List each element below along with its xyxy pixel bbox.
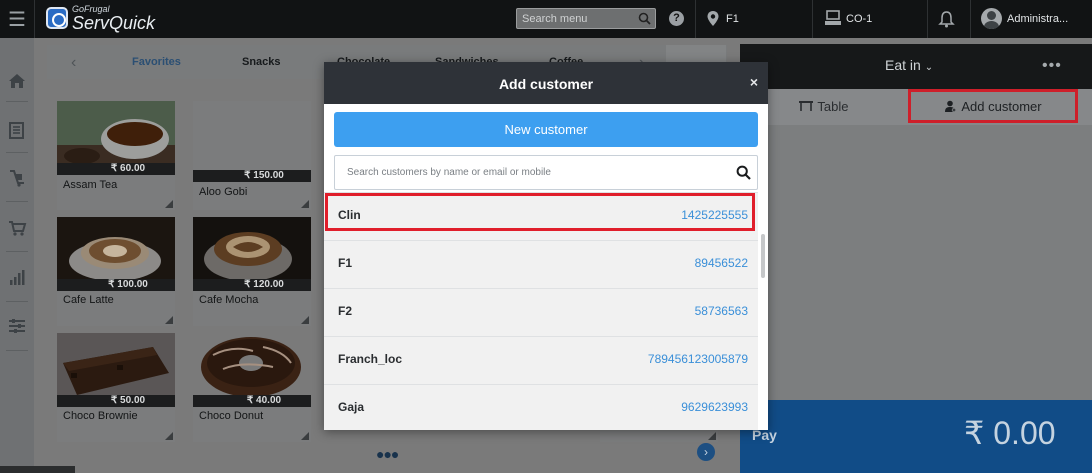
table-icon (799, 101, 813, 111)
item-tile[interactable]: ₹ 60.00 Assam Tea (57, 101, 175, 210)
help-icon[interactable]: ? (669, 11, 684, 26)
search-menu-box[interactable] (516, 8, 656, 29)
tab-table[interactable]: Table (798, 99, 848, 114)
item-name: Cafe Mocha (199, 294, 259, 306)
item-corner-icon (165, 432, 173, 440)
item-price: ₹ 40.00 (193, 395, 311, 407)
item-corner-icon (708, 432, 716, 440)
home-icon[interactable] (7, 71, 27, 91)
new-customer-button[interactable]: New customer (334, 112, 758, 147)
customer-name: Gaja (338, 400, 365, 414)
customer-phone: 789456123005879 (647, 352, 748, 366)
modal-header: Add customer × (324, 62, 768, 104)
divider (6, 350, 28, 351)
item-corner-icon (301, 432, 309, 440)
location-pin-icon[interactable] (706, 10, 720, 27)
item-name: Choco Brownie (63, 410, 138, 422)
divider (6, 201, 28, 202)
divider (970, 0, 971, 38)
aloo-gobi-image (193, 101, 311, 175)
pay-amount: ₹ 0.00 (964, 415, 1056, 451)
customer-phone: 9629623993 (681, 400, 748, 414)
divider (6, 101, 28, 102)
customer-name: F1 (338, 256, 353, 270)
counter-label[interactable]: CO-1 (846, 13, 872, 25)
divider (812, 0, 813, 38)
item-price: ₹ 150.00 (193, 170, 311, 182)
item-tile[interactable]: ₹ 100.00 Cafe Latte (57, 217, 175, 326)
customer-phone: 89456522 (694, 256, 748, 270)
item-price: ₹ 120.00 (193, 279, 311, 291)
item-price: ₹ 60.00 (57, 163, 175, 175)
more-options-icon[interactable]: ••• (1042, 57, 1062, 75)
search-menu-input[interactable] (517, 9, 635, 29)
close-icon[interactable]: × (750, 74, 758, 90)
item-corner-icon (165, 316, 173, 324)
customer-name: Franch_loc (338, 352, 403, 366)
bottom-strip (0, 466, 75, 473)
left-sidebar (0, 38, 34, 473)
category-snacks[interactable]: Snacks (242, 56, 281, 68)
next-page-icon[interactable]: › (697, 443, 715, 461)
item-name: Assam Tea (63, 179, 118, 191)
reports-bar-chart-icon[interactable] (7, 267, 27, 287)
customer-row[interactable]: Gaja 9629623993 (324, 384, 758, 430)
divider (6, 301, 28, 302)
customer-search-input[interactable] (335, 156, 725, 189)
divider (6, 152, 28, 153)
chevron-down-icon: ⌄ (924, 62, 934, 73)
divider (695, 0, 696, 38)
customer-search-box[interactable] (334, 155, 758, 190)
user-avatar-icon[interactable] (981, 8, 1002, 29)
item-tile[interactable]: ₹ 40.00 Choco Donut (193, 333, 311, 442)
category-prev-icon[interactable]: ‹ (71, 54, 76, 72)
item-corner-icon (301, 316, 309, 324)
tab-table-label: Table (817, 99, 849, 114)
logo-product-text: ServQuick (72, 13, 156, 33)
item-name: Aloo Gobi (199, 186, 248, 198)
customer-row[interactable]: F1 89456522 (324, 240, 758, 288)
user-name-label[interactable]: Administra... (1007, 13, 1068, 25)
item-tile[interactable]: ₹ 50.00 Choco Brownie (57, 333, 175, 442)
order-type-label: Eat in (885, 57, 921, 73)
item-tile[interactable]: ₹ 120.00 Cafe Mocha (193, 217, 311, 326)
settings-sliders-icon[interactable] (7, 316, 27, 336)
customer-name: F2 (338, 304, 353, 318)
divider (34, 0, 35, 38)
divider (6, 251, 28, 252)
delivery-icon[interactable] (7, 168, 27, 188)
add-user-icon (945, 100, 957, 112)
customer-list-scrollbar[interactable] (761, 234, 765, 278)
logo-clock-icon (46, 7, 68, 29)
counter-register-icon[interactable] (824, 10, 842, 26)
highlighted-customer-outline (325, 193, 755, 231)
item-corner-icon (301, 200, 309, 208)
search-icon[interactable] (638, 12, 651, 25)
notification-bell-icon[interactable] (938, 10, 955, 28)
search-icon[interactable] (736, 165, 751, 180)
location-label[interactable]: F1 (726, 13, 739, 25)
order-type-dropdown[interactable]: Eat in ⌄ (885, 57, 933, 73)
page-indicator-dots[interactable]: ●●● (376, 446, 399, 462)
app-logo: GoFrugal ServQuick (38, 3, 155, 35)
add-customer-modal: Add customer × New customer Clin 1425225… (324, 62, 768, 430)
tab-add-customer-label: Add customer (961, 98, 1042, 114)
item-name: Choco Donut (199, 410, 264, 422)
customer-phone: 58736563 (694, 304, 748, 318)
customer-row[interactable]: F2 58736563 (324, 288, 758, 336)
item-tile[interactable]: ₹ 150.00 Aloo Gobi (193, 101, 311, 210)
orders-book-icon[interactable] (7, 120, 27, 140)
item-name: Cafe Latte (63, 294, 114, 306)
item-corner-icon (165, 200, 173, 208)
hamburger-menu-icon[interactable]: ☰ (0, 0, 34, 38)
item-price: ₹ 50.00 (57, 395, 175, 407)
tab-add-customer[interactable]: Add customer (908, 89, 1078, 123)
divider (927, 0, 928, 38)
item-price: ₹ 100.00 (57, 279, 175, 291)
cart-icon[interactable] (7, 218, 27, 238)
modal-title: Add customer (498, 76, 594, 92)
category-favorites[interactable]: Favorites (132, 56, 181, 68)
customer-row[interactable]: Franch_loc 789456123005879 (324, 336, 758, 384)
